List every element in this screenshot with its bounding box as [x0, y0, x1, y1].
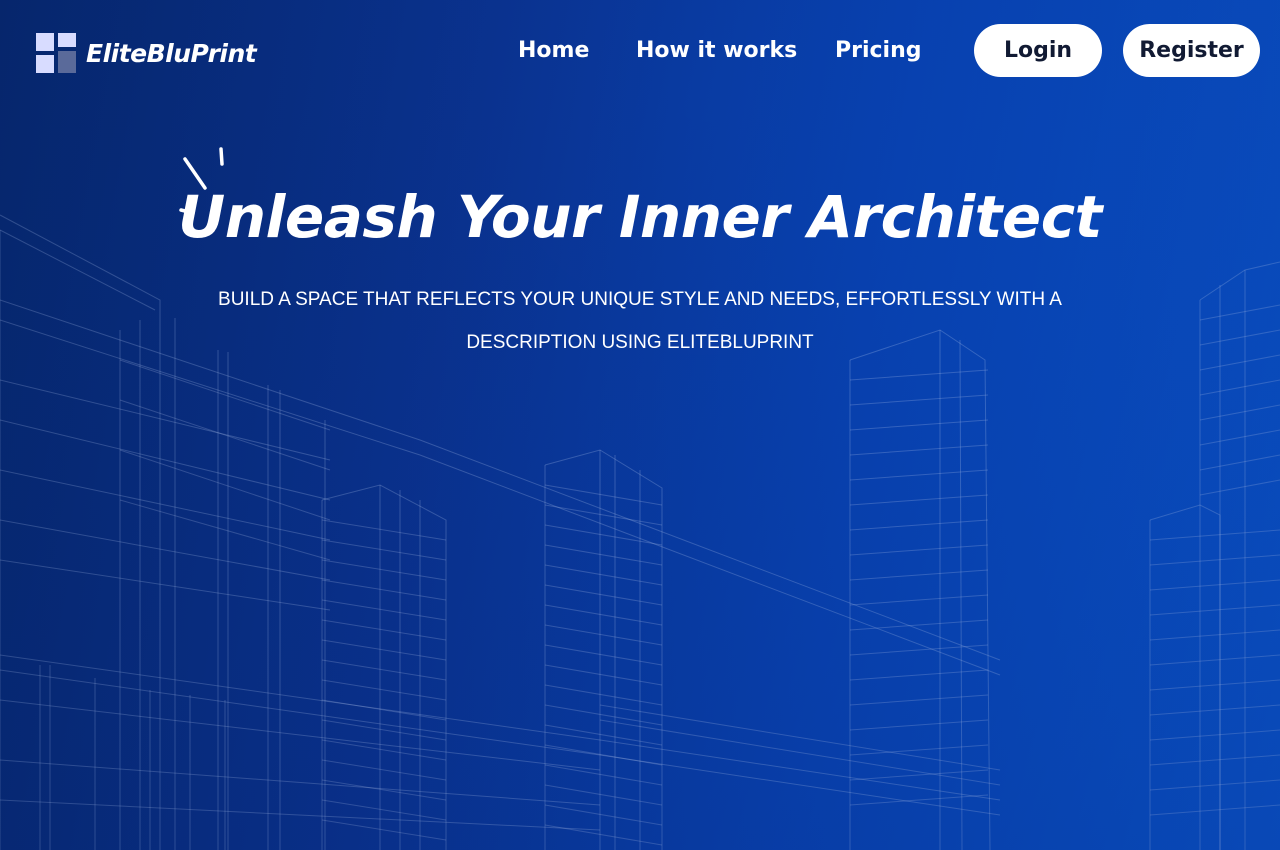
brand-name: EliteBluPrint	[86, 38, 257, 68]
nav-link-pricing[interactable]: Pricing	[835, 38, 922, 63]
register-button[interactable]: Register	[1123, 24, 1260, 77]
nav-link-home[interactable]: Home	[518, 38, 589, 63]
logo-squares-icon	[36, 33, 76, 73]
wireframe-city-background	[0, 214, 1280, 850]
hero-title: Unleash Your Inner Architect	[178, 183, 1102, 251]
top-navbar: EliteBluPrint Home How it works Pricing …	[0, 0, 1280, 104]
hero-subtitle: BUILD A SPACE THAT REFLECTS YOUR UNIQUE …	[218, 289, 1062, 353]
nav-link-how-it-works[interactable]: How it works	[636, 38, 797, 63]
login-button[interactable]: Login	[974, 24, 1102, 77]
brand-logo[interactable]: EliteBluPrint	[36, 33, 257, 73]
